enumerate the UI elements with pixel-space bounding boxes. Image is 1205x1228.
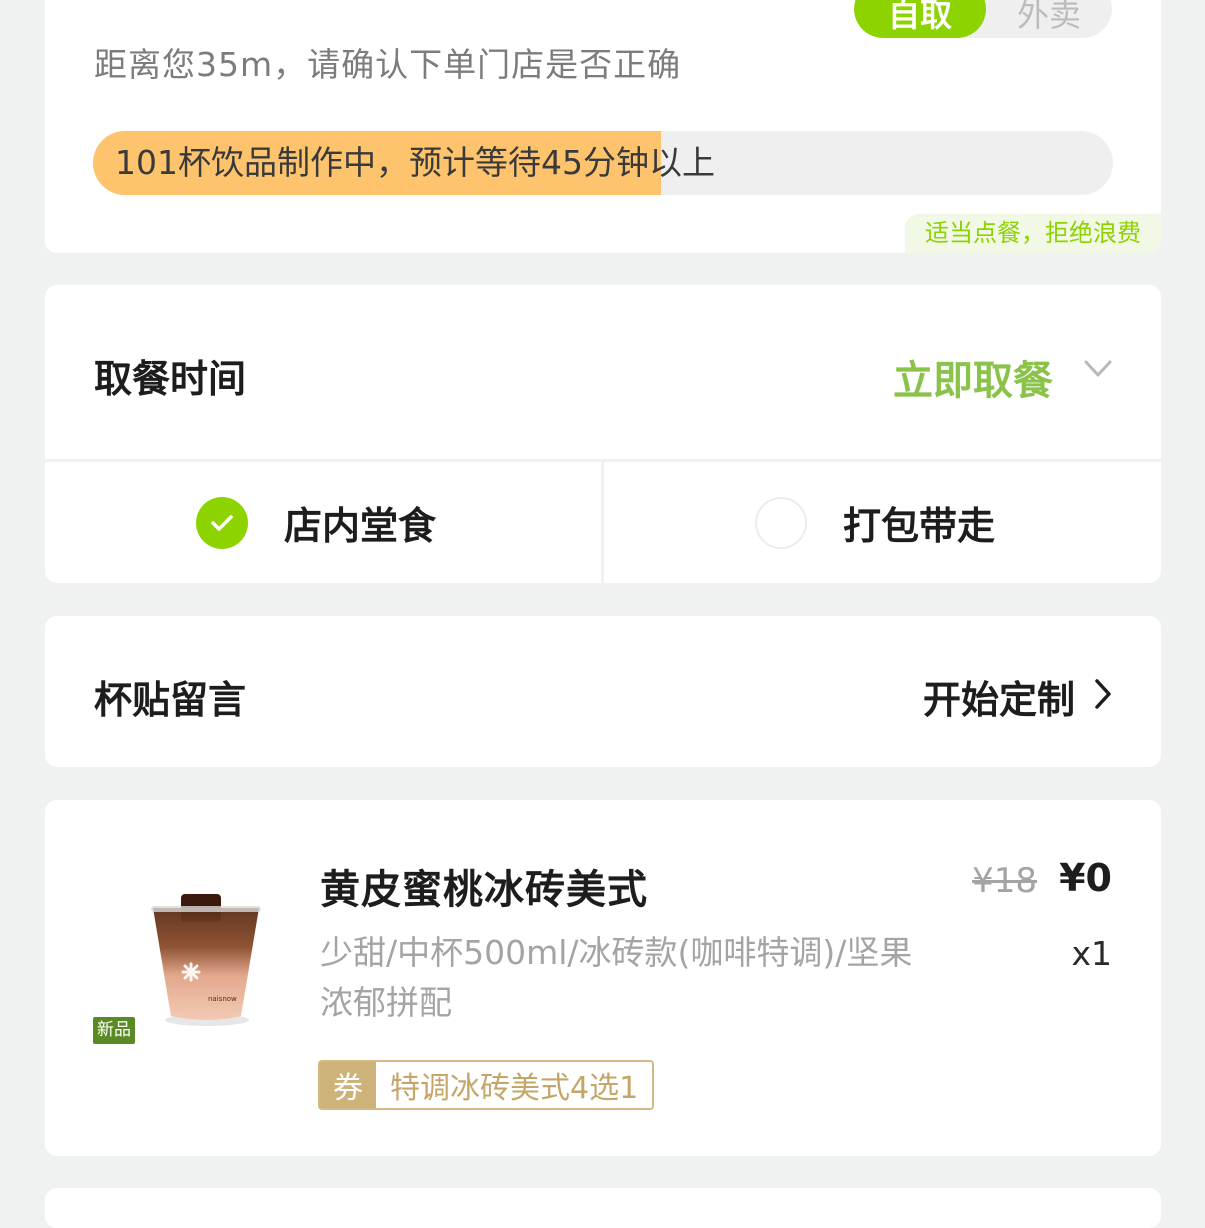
product-card: naisnow 新品 黄皮蜜桃冰砖美式 少甜/中杯500ml/冰砖款(咖啡特调)… — [45, 800, 1161, 1156]
pickup-time-value[interactable]: 立即取餐 — [893, 348, 1053, 406]
radio-unchecked[interactable] — [755, 496, 807, 549]
product-name: 黄皮蜜桃冰砖美式 — [320, 867, 648, 913]
coupon-text: 特调冰砖美式4选1 — [390, 1071, 639, 1106]
chevron-down-icon[interactable] — [1083, 357, 1113, 381]
radio-checked[interactable] — [196, 496, 248, 549]
mode-delivery-button[interactable]: 外卖 — [986, 0, 1112, 38]
cup-note-label: 杯贴留言 — [94, 678, 247, 722]
start-customize-link[interactable]: 开始定制 — [923, 669, 1075, 724]
option-takeaway-label: 打包带走 — [843, 504, 996, 548]
price-final: ¥0 — [1059, 856, 1112, 900]
order-mode-switch[interactable]: 自取 外卖 — [854, 0, 1112, 38]
chevron-right-icon[interactable] — [1093, 678, 1113, 710]
cup-note-card[interactable]: 杯贴留言 开始定制 — [45, 616, 1161, 767]
pickup-time-label: 取餐时间 — [94, 357, 247, 401]
queue-progress-bar: 101杯饮品制作中，预计等待45分钟以上 — [93, 131, 1113, 195]
next-card — [45, 1188, 1161, 1228]
waste-tip-tag: 适当点餐，拒绝浪费 — [905, 214, 1161, 253]
option-dine-in-label: 店内堂食 — [284, 504, 437, 548]
queue-status-text: 101杯饮品制作中，预计等待45分钟以上 — [115, 143, 715, 182]
price-original: ¥18 — [972, 861, 1037, 901]
mode-pickup-button[interactable]: 自取 — [854, 0, 986, 38]
new-product-badge: 新品 — [93, 1017, 135, 1044]
store-card: 自取 外卖 距离您35m，请确认下单门店是否正确 101杯饮品制作中，预计等待4… — [45, 0, 1161, 253]
cup-brand-text: naisnow — [208, 995, 237, 1003]
divider-vertical — [601, 462, 604, 583]
product-spec: 少甜/中杯500ml/冰砖款(咖啡特调)/坚果浓郁拼配 — [320, 933, 913, 1022]
check-icon — [211, 514, 233, 531]
coupon-icon: 券 — [320, 1062, 376, 1108]
store-distance-text: 距离您35m，请确认下单门店是否正确 — [94, 45, 682, 84]
option-takeaway[interactable]: 打包带走 — [755, 462, 995, 583]
coupon-tag[interactable]: 券 特调冰砖美式4选1 — [318, 1060, 655, 1110]
product-image: naisnow — [151, 894, 261, 1026]
pickup-card: 取餐时间 立即取餐 店内堂食 打包带走 — [45, 285, 1161, 583]
option-dine-in[interactable]: 店内堂食 — [196, 462, 436, 583]
product-quantity: x1 — [1071, 934, 1112, 973]
